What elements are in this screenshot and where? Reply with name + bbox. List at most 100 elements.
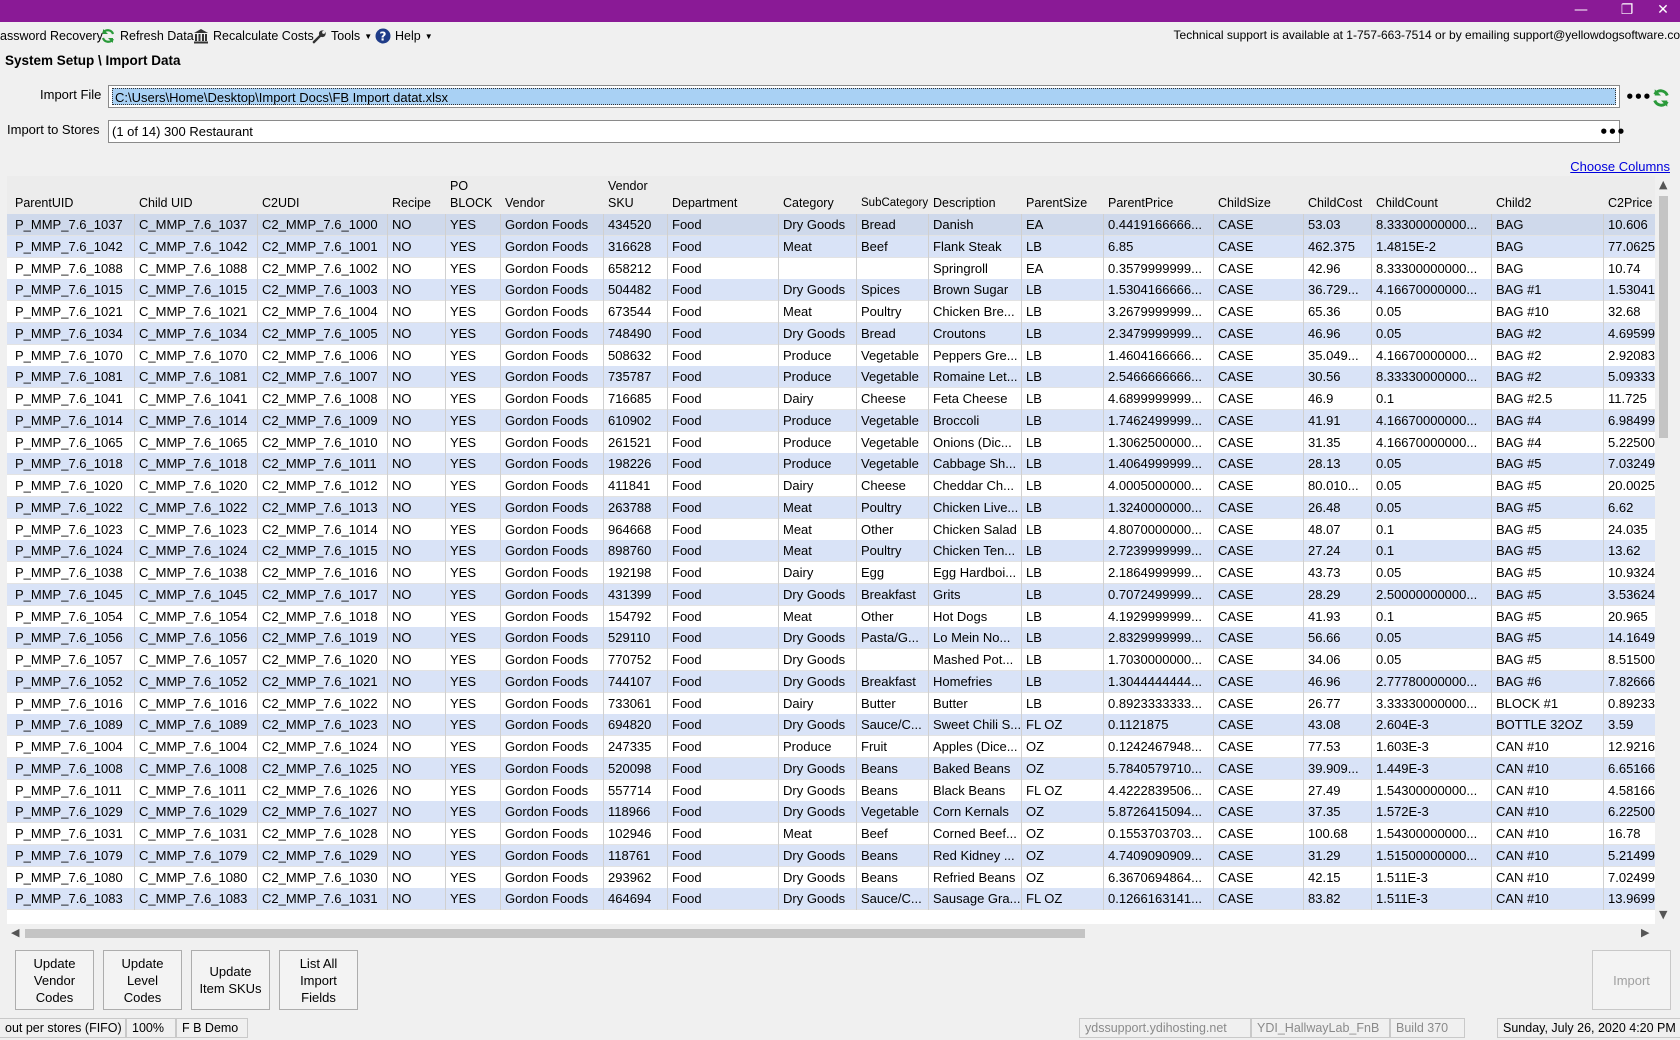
cell-parent-price[interactable]: 0.1553703703... [1104, 823, 1214, 845]
cell-parent-uid[interactable]: P_MMP_7.6_1052 [11, 670, 135, 693]
cell-po-block[interactable]: YES [446, 235, 501, 258]
cell-parent-size[interactable]: FL OZ [1022, 779, 1104, 802]
cell-department[interactable]: Food [668, 627, 779, 650]
cell-c2udi[interactable]: C2_MMP_7.6_1018 [258, 605, 388, 628]
cell-subcategory[interactable]: Breakfast [857, 583, 929, 606]
close-button[interactable]: ✕ [1640, 0, 1680, 22]
cell-child-cost[interactable]: 100.68 [1304, 823, 1372, 845]
cell-child-count[interactable]: 0.1 [1372, 540, 1492, 563]
cell-parent-size[interactable]: LB [1022, 518, 1104, 541]
column-header-child-cost[interactable]: ChildCost [1304, 195, 1372, 212]
cell-c2-price[interactable]: 6.62 [1604, 497, 1655, 519]
column-header-c2-price[interactable]: C2Price [1604, 195, 1655, 212]
cell-description[interactable]: Broccoli [929, 409, 1022, 432]
cell-recipe[interactable]: NO [388, 670, 446, 693]
cell-child2[interactable]: BAG #1 [1492, 279, 1604, 302]
cell-child2[interactable]: BAG #4 [1492, 431, 1604, 454]
cell-c2-price[interactable]: 3.59 [1604, 714, 1655, 736]
import-file-field[interactable]: C:\Users\Home\Desktop\Import Docs\FB Imp… [108, 85, 1620, 108]
cell-vendor[interactable]: Gordon Foods [501, 257, 604, 280]
cell-subcategory[interactable]: Sauce/C... [857, 714, 929, 737]
cell-vendor-sku[interactable]: 529110 [604, 627, 668, 650]
table-row[interactable]: P_MMP_7.6_1024 C_MMP_7.6_1024 C2_MMP_7.6_1… [7, 540, 1655, 563]
cell-parent-size[interactable]: LB [1022, 605, 1104, 628]
cell-vendor[interactable]: Gordon Foods [501, 322, 604, 345]
cell-child2[interactable]: BLOCK #1 [1492, 692, 1604, 715]
cell-child-count[interactable]: 0.05 [1372, 322, 1492, 345]
cell-recipe[interactable]: NO [388, 823, 446, 845]
cell-subcategory[interactable]: Other [857, 605, 929, 628]
cell-c2-price[interactable]: 3.53624 [1604, 584, 1655, 606]
cell-vendor[interactable]: Gordon Foods [501, 823, 604, 845]
cell-child-size[interactable]: CASE [1214, 496, 1304, 519]
cell-c2-price[interactable]: 11.725 [1604, 388, 1655, 410]
cell-vendor-sku[interactable]: 694820 [604, 714, 668, 737]
cell-category[interactable]: Meat [779, 605, 857, 628]
cell-c2udi[interactable]: C2_MMP_7.6_1003 [258, 279, 388, 302]
cell-vendor-sku[interactable]: 733061 [604, 692, 668, 715]
cell-c2-price[interactable]: 8.51500 [1604, 649, 1655, 671]
cell-vendor[interactable]: Gordon Foods [501, 388, 604, 410]
cell-department[interactable]: Food [668, 736, 779, 758]
cell-recipe[interactable]: NO [388, 409, 446, 432]
cell-child-uid[interactable]: C_MMP_7.6_1045 [135, 583, 258, 606]
cell-parent-uid[interactable]: P_MMP_7.6_1021 [11, 301, 135, 323]
cell-c2-price[interactable]: 2.92083 [1604, 345, 1655, 367]
table-row[interactable]: P_MMP_7.6_1020 C_MMP_7.6_1020 C2_MMP_7.6_1… [7, 475, 1655, 497]
cell-child-count[interactable]: 1.54300000000... [1372, 779, 1492, 802]
cell-child-cost[interactable]: 83.82 [1304, 888, 1372, 911]
cell-c2-price[interactable]: 5.09333 [1604, 366, 1655, 388]
cell-subcategory[interactable]: Poultry [857, 496, 929, 519]
cell-child-uid[interactable]: C_MMP_7.6_1016 [135, 692, 258, 715]
cell-description[interactable]: Peppers Gre... [929, 344, 1022, 367]
cell-c2udi[interactable]: C2_MMP_7.6_1013 [258, 496, 388, 519]
cell-subcategory[interactable]: Butter [857, 692, 929, 715]
cell-po-block[interactable]: YES [446, 257, 501, 280]
cell-child-count[interactable]: 8.33330000000... [1372, 366, 1492, 389]
cell-subcategory[interactable]: Beef [857, 823, 929, 845]
cell-recipe[interactable]: NO [388, 214, 446, 236]
cell-department[interactable]: Food [668, 279, 779, 302]
cell-department[interactable]: Food [668, 562, 779, 584]
table-row[interactable]: P_MMP_7.6_1054 C_MMP_7.6_1054 C2_MMP_7.6_1… [7, 605, 1655, 628]
cell-description[interactable]: Black Beans [929, 779, 1022, 802]
column-header-po-block[interactable]: PO BLOCK [446, 178, 501, 212]
cell-parent-price[interactable]: 1.3240000000... [1104, 496, 1214, 519]
cell-child-cost[interactable]: 31.29 [1304, 844, 1372, 867]
cell-child-count[interactable]: 1.54300000000... [1372, 823, 1492, 845]
cell-c2udi[interactable]: C2_MMP_7.6_1019 [258, 627, 388, 650]
cell-child2[interactable]: BAG [1492, 214, 1604, 236]
cell-child-count[interactable]: 0.05 [1372, 627, 1492, 650]
cell-parent-price[interactable]: 2.3479999999... [1104, 322, 1214, 345]
cell-parent-uid[interactable]: P_MMP_7.6_1034 [11, 322, 135, 345]
cell-description[interactable]: Chicken Live... [929, 496, 1022, 519]
cell-parent-size[interactable]: LB [1022, 453, 1104, 476]
cell-subcategory[interactable]: Poultry [857, 540, 929, 563]
cell-child-uid[interactable]: C_MMP_7.6_1089 [135, 714, 258, 737]
cell-child-cost[interactable]: 27.49 [1304, 779, 1372, 802]
cell-subcategory[interactable]: Breakfast [857, 670, 929, 693]
table-row[interactable]: P_MMP_7.6_1052 C_MMP_7.6_1052 C2_MMP_7.6_1… [7, 670, 1655, 693]
scroll-right-icon[interactable]: ▶ [1641, 926, 1649, 939]
cell-parent-size[interactable]: LB [1022, 670, 1104, 693]
cell-child-size[interactable]: CASE [1214, 888, 1304, 911]
cell-child-uid[interactable]: C_MMP_7.6_1029 [135, 801, 258, 824]
cell-c2-price[interactable]: 6.22500 [1604, 801, 1655, 823]
cell-vendor[interactable]: Gordon Foods [501, 344, 604, 367]
cell-c2-price[interactable]: 12.9216 [1604, 736, 1655, 758]
cell-child-count[interactable]: 3.33330000000... [1372, 692, 1492, 715]
cell-child-count[interactable]: 2.50000000000... [1372, 583, 1492, 606]
cell-category[interactable]: Dry Goods [779, 866, 857, 889]
cell-po-block[interactable]: YES [446, 409, 501, 432]
cell-subcategory[interactable] [857, 257, 929, 280]
cell-child-size[interactable]: CASE [1214, 605, 1304, 628]
cell-recipe[interactable]: NO [388, 736, 446, 758]
cell-c2udi[interactable]: C2_MMP_7.6_1017 [258, 583, 388, 606]
cell-parent-uid[interactable]: P_MMP_7.6_1056 [11, 627, 135, 650]
cell-child-uid[interactable]: C_MMP_7.6_1034 [135, 322, 258, 345]
cell-po-block[interactable]: YES [446, 757, 501, 780]
cell-parent-price[interactable]: 4.0005000000... [1104, 475, 1214, 497]
table-row[interactable]: P_MMP_7.6_1083 C_MMP_7.6_1083 C2_MMP_7.6_1… [7, 888, 1655, 911]
cell-vendor[interactable]: Gordon Foods [501, 583, 604, 606]
cell-vendor-sku[interactable]: 411841 [604, 475, 668, 497]
